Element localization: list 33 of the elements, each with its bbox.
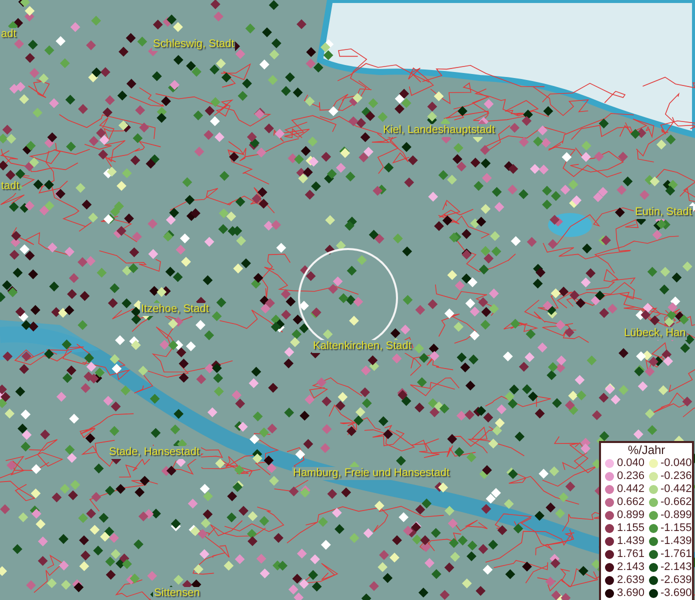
place-label: Hamburg, Freie und Hansestadt	[292, 467, 451, 480]
legend-label: -1.761	[660, 548, 692, 561]
place-label: tadt	[0, 180, 20, 193]
place-label: Kiel, Landeshauptstadt	[382, 124, 496, 137]
legend-label: 1.761	[617, 548, 645, 561]
legend-label: 0.236	[617, 470, 645, 483]
place-label: Sittensen	[153, 587, 201, 600]
legend-label: -3.690	[660, 587, 692, 600]
legend-label: -1.439	[660, 535, 692, 548]
legend-label: 2.143	[617, 561, 645, 574]
place-label: Schleswig, Stadt	[152, 38, 236, 51]
legend-label: -0.040	[660, 457, 692, 470]
legend-label: 2.639	[617, 574, 645, 587]
place-label: Lübeck, Han	[623, 327, 687, 340]
legend-label: -0.236	[660, 470, 692, 483]
legend-label: -2.143	[660, 561, 692, 574]
legend-label: -1.155	[660, 522, 692, 535]
legend-label: -0.899	[660, 509, 692, 522]
legend-label: 0.040	[617, 457, 645, 470]
place-label: Kaltenkirchen, Stadt	[312, 340, 412, 353]
place-label: Eutin, Stadt	[634, 206, 693, 219]
legend-label: -0.662	[660, 496, 692, 509]
place-label: Stade, Hansestadt	[108, 446, 201, 459]
legend-label: 0.662	[617, 496, 645, 509]
legend-label: -0.442	[660, 483, 692, 496]
legend-label: 0.899	[617, 509, 645, 522]
legend-label: -2.639	[660, 574, 692, 587]
legend-label: 1.155	[617, 522, 645, 535]
place-label: Itzehoe, Stadt	[140, 303, 210, 316]
legend-title: %/Jahr	[626, 443, 666, 457]
legend-label: 3.690	[617, 587, 645, 600]
legend-label: 1.439	[617, 535, 645, 548]
legend-label: 0.442	[617, 483, 645, 496]
